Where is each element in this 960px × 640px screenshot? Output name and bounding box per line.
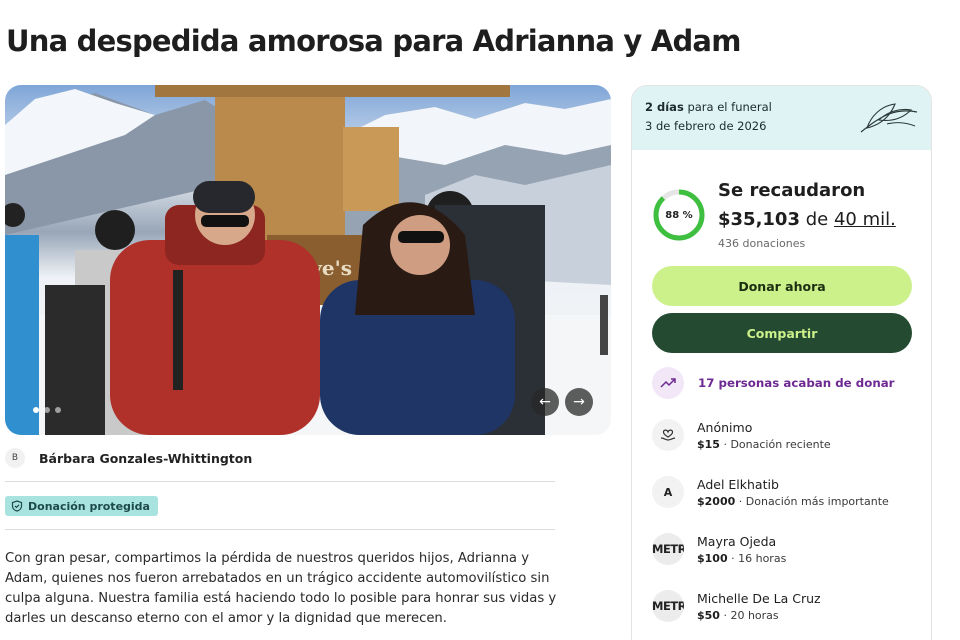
arrow-left-icon: ← (539, 394, 551, 410)
donor-item[interactable]: Anónimo $15 · Donación reciente (652, 419, 831, 451)
badge-label: Donación protegida (28, 499, 150, 513)
photo-illustration: Dave's R (5, 85, 611, 435)
donor-item[interactable]: METRO Mayra Ojeda $100 · 16 horas (652, 533, 786, 565)
donor-amount: $50 (697, 608, 720, 622)
donor-amount: $2000 (697, 494, 736, 508)
divider (5, 481, 555, 482)
share-button[interactable]: Compartir (652, 313, 912, 353)
carousel-dots (33, 407, 61, 413)
donor-detail: · Donación más importante (735, 494, 889, 508)
campaign-photo[interactable]: Dave's R ← → (5, 85, 611, 435)
carousel-prev-button[interactable]: ← (531, 388, 559, 416)
donor-meta: $50 · 20 horas (697, 609, 821, 622)
recent-donations-banner[interactable]: 17 personas acaban de donar (652, 367, 895, 399)
divider (5, 529, 555, 530)
amount-raised: $35,103 (718, 209, 800, 230)
donor-meta: $100 · 16 horas (697, 552, 786, 565)
goal-amount[interactable]: 40 mil. (834, 209, 896, 230)
carousel-next-button[interactable]: → (565, 388, 593, 416)
donation-card: 2 días para el funeral 3 de febrero de 2… (631, 85, 932, 640)
donor-detail: · Donación reciente (719, 437, 831, 451)
raised-amount: $35,103 de 40 mil. (718, 209, 896, 230)
leaf-icon (860, 103, 918, 133)
shield-icon (11, 500, 23, 512)
donor-meta: $2000 · Donación más importante (697, 495, 889, 508)
progress-percent: 88 % (665, 209, 693, 221)
organizer[interactable]: B Bárbara Gonzales-Whittington (5, 448, 252, 468)
raised-label: Se recaudaron (718, 180, 866, 201)
donor-item[interactable]: METRO Michelle De La Cruz $50 · 20 horas (652, 590, 821, 622)
carousel-dot[interactable] (55, 407, 61, 413)
days-text: para el funeral (683, 100, 772, 114)
days-count: 2 días (645, 100, 684, 114)
donor-amount: $100 (697, 551, 728, 565)
protected-donation-badge[interactable]: Donación protegida (5, 496, 158, 516)
trending-icon (652, 367, 684, 399)
donor-name: Mayra Ojeda (697, 533, 777, 549)
donor-detail: · 16 horas (727, 551, 787, 565)
recent-donations-text: 17 personas acaban de donar (698, 376, 895, 390)
progress-ring: 88 % (652, 188, 706, 242)
organizer-name[interactable]: Bárbara Gonzales-Whittington (39, 451, 252, 466)
donation-count: 436 donaciones (718, 237, 806, 250)
donor-avatar: A (652, 476, 684, 508)
donor-name: Adel Elkhatib (697, 476, 779, 492)
amount-of: de (799, 209, 834, 230)
donor-amount: $15 (697, 437, 720, 451)
donor-detail: · 20 horas (719, 608, 779, 622)
donor-avatar: METRO (652, 590, 684, 622)
donor-avatar: METRO (652, 533, 684, 565)
carousel-dot[interactable] (33, 407, 39, 413)
donate-now-button[interactable]: Donar ahora (652, 266, 912, 306)
donor-name: Michelle De La Cruz (697, 590, 821, 606)
arrow-right-icon: → (573, 394, 585, 410)
carousel-dot[interactable] (44, 407, 50, 413)
donor-meta: $15 · Donación reciente (697, 438, 831, 451)
donor-item[interactable]: A Adel Elkhatib $2000 · Donación más imp… (652, 476, 889, 508)
story-text: Con gran pesar, compartimos la pérdida d… (5, 551, 557, 626)
page-title: Una despedida amorosa para Adrianna y Ad… (6, 24, 741, 58)
organizer-avatar: B (5, 448, 25, 468)
heart-hand-icon (652, 419, 684, 451)
donor-name: Anónimo (697, 419, 753, 435)
funeral-countdown: 2 días para el funeral 3 de febrero de 2… (632, 86, 931, 150)
